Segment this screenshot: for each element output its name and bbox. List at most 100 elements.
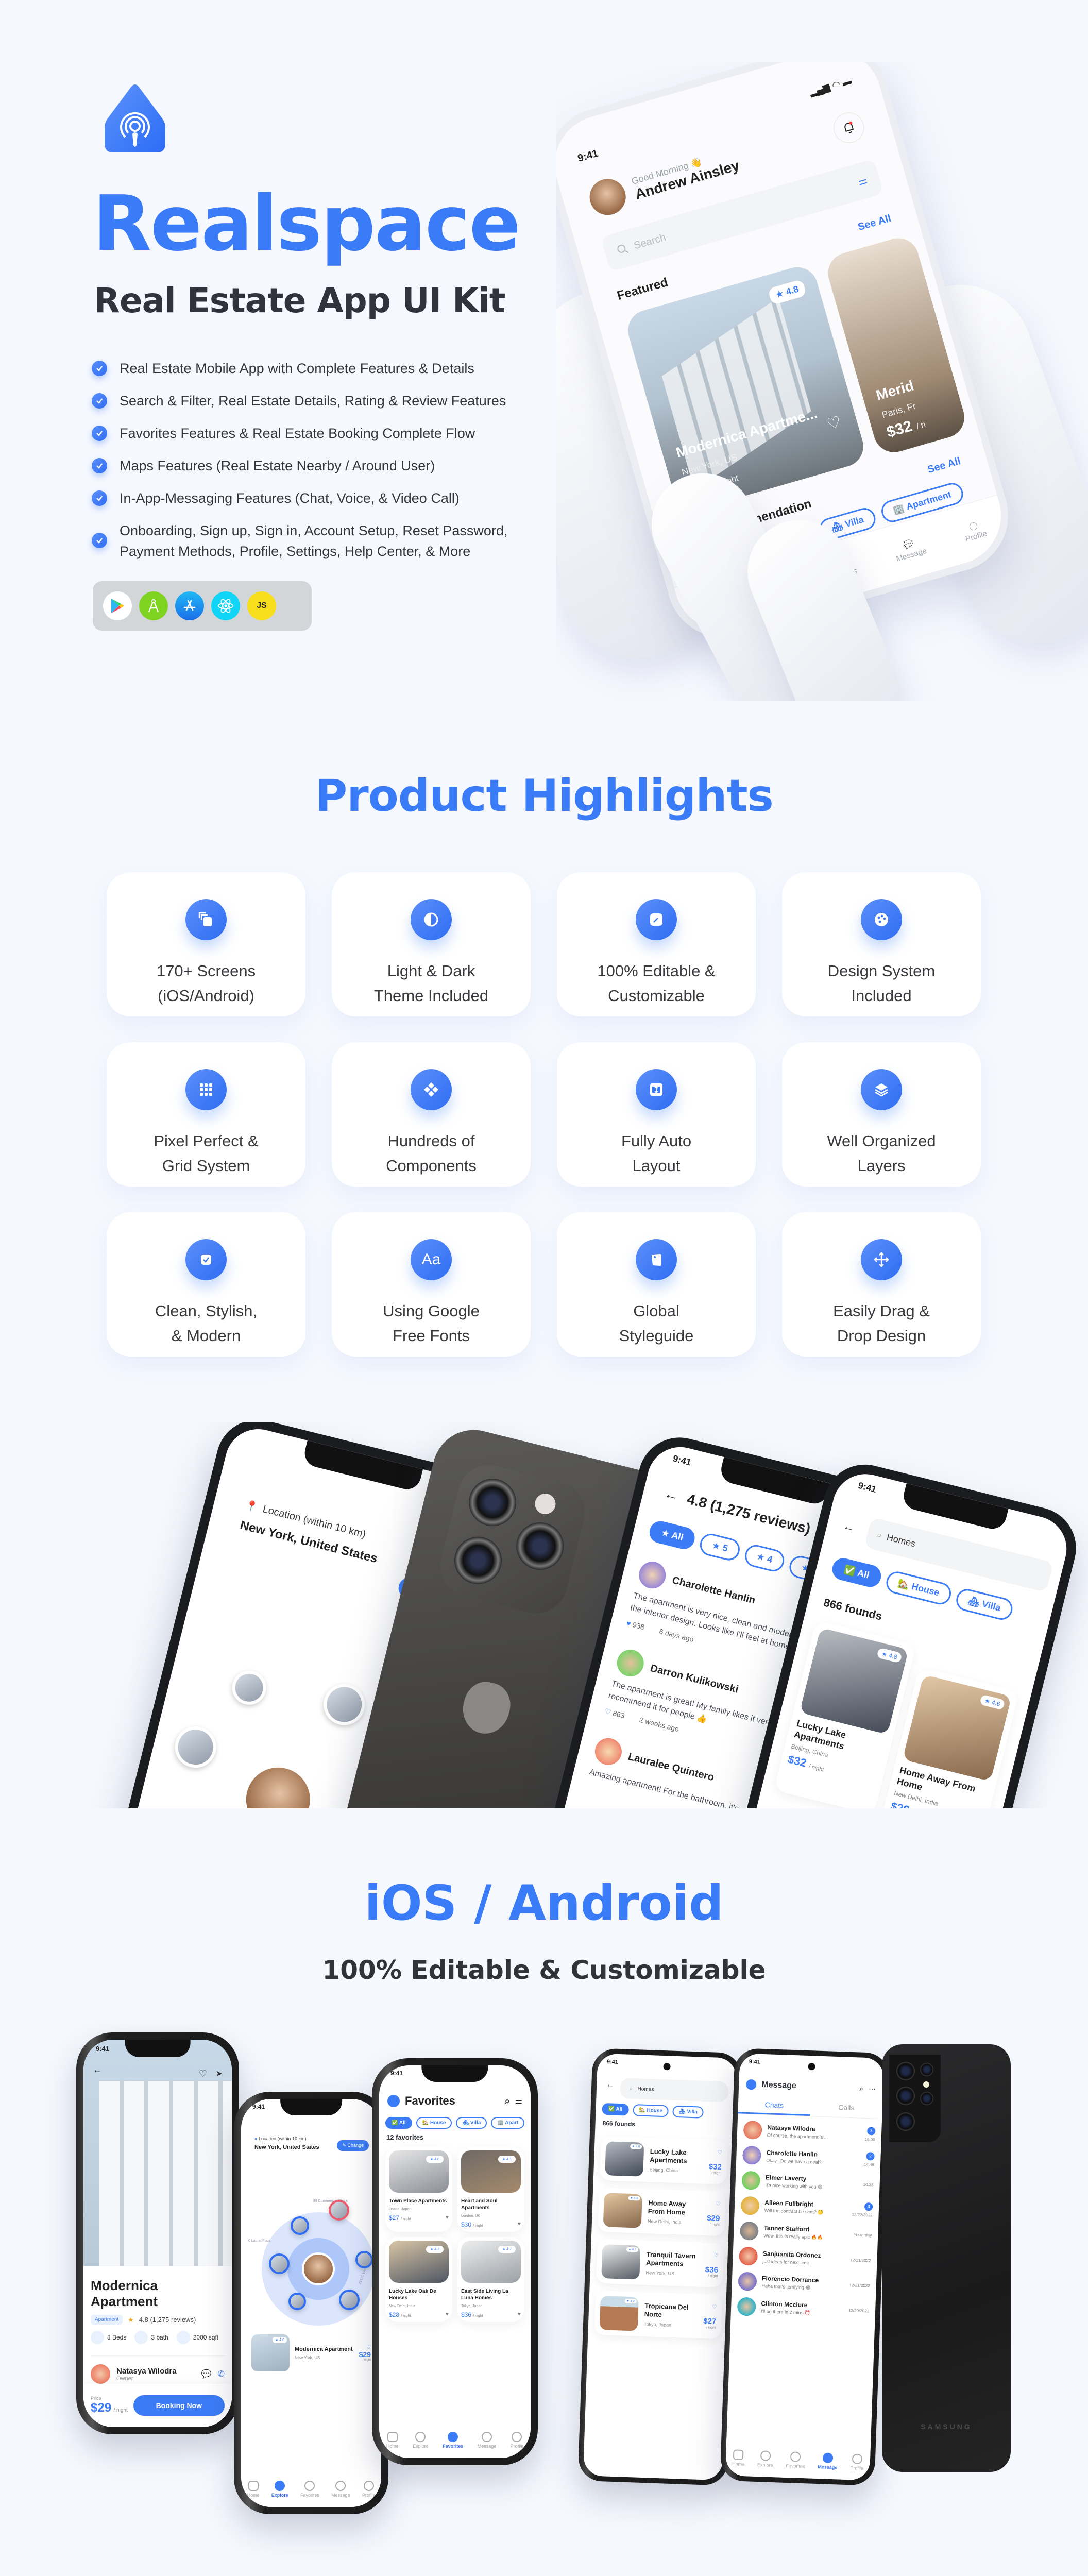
nav-explore[interactable]: Explore [757,2450,774,2468]
nav-message[interactable]: Message [331,2480,350,2498]
nav-home[interactable]: Home [386,2431,399,2449]
change-button[interactable]: ✎ Change [337,2140,369,2151]
avatar[interactable] [585,175,630,219]
nav-home[interactable]: Home [247,2480,260,2498]
back-arrow-icon[interactable]: ← [93,2064,102,2075]
search-icon[interactable]: ⌕ [505,2096,510,2107]
tab-calls[interactable]: Calls [810,2102,882,2119]
chip-all[interactable]: ✅ All [385,2117,412,2129]
see-all-link[interactable]: See All [926,455,962,476]
see-all-link[interactable]: See All [857,212,893,233]
search-input[interactable]: ⌕ Homes [620,2078,729,2103]
chip-villa[interactable]: 🏘 Villa [672,2105,704,2119]
booking-now-button[interactable]: Booking Now [133,2395,225,2416]
share-icon[interactable]: ➤ [216,2069,223,2079]
result-card[interactable]: ★ 4.8 Lucky Lake Apartments Beijing, Chin… [599,2136,728,2185]
map-pin[interactable] [339,2290,360,2310]
highlight-card: Fully Auto Layout [557,1042,756,1187]
heart-icon[interactable]: ♡ [704,2304,717,2310]
unread-badge: 3 [867,2126,876,2136]
chat-icon[interactable]: 💬 [201,2369,212,2379]
heart-icon[interactable]: ♡ [825,413,844,434]
like-count[interactable]: ♥ 938 [625,1619,645,1631]
favorite-name: East Side Living La Luna Homes [461,2289,508,2301]
avatar [740,2196,760,2215]
nav-home[interactable]: Home [732,2449,745,2467]
result-card[interactable]: ★ 4.7 Tranquil Tavern Apartments New York… [596,2239,724,2288]
brand-tagline: Real Estate App UI Kit [94,281,505,320]
user-location-avatar[interactable] [302,2252,335,2285]
property-price: $29 [359,2350,371,2359]
chip-house[interactable]: 🏡 House [883,1569,954,1607]
chip-house[interactable]: 🏡 House [632,2104,669,2117]
nav-favorites[interactable]: Favorites [443,2431,463,2449]
chip-house[interactable]: 🏡 House [416,2117,452,2129]
favorite-card[interactable]: ★ 4.2 Lucky Lake Oak De Houses New Delhi… [385,2237,452,2322]
nav-explore[interactable]: Explore [271,2480,288,2498]
favorite-card[interactable]: ★ 4.0 Town Place Apartments Osaka, Japan… [385,2147,452,2232]
nav-favorites[interactable]: Favorites [300,2480,319,2498]
filter-4[interactable]: ★ 4 [742,1543,787,1574]
nav-profile[interactable]: Profile [511,2431,523,2449]
property-card[interactable]: ★ 4.8 Modernica Apartment New York, US ♡… [247,2330,375,2376]
heart-icon[interactable]: ♡ [709,2149,722,2155]
chip-all[interactable]: ✅ All [602,2103,629,2116]
back-arrow-icon[interactable]: ← [606,2080,615,2090]
chip-villa[interactable]: 🏘 Villa [456,2117,487,2129]
nav-message[interactable]: Message [818,2452,838,2470]
avatar [592,1735,625,1768]
favorite-card[interactable]: ★ 4.7 East Side Living La Luna Homes Tok… [457,2237,524,2322]
chat-item[interactable]: Natasya Wilodra Of course, the apartment … [743,2120,876,2144]
result-name: Lucky Lake Apartments [649,2147,687,2165]
heart-icon[interactable]: ♡ [707,2201,720,2207]
filter-all[interactable]: ★ All [647,1519,698,1552]
heart-icon[interactable]: ♡ [359,2345,371,2350]
featured-card[interactable]: ★ 4.8 Modernica Apartme... New York, US … [623,262,869,515]
phone-icon[interactable]: ✆ [218,2369,225,2379]
camera-lens [464,1473,521,1531]
more-icon[interactable]: ⋯ [869,2084,876,2093]
card-title: Merid [874,377,916,403]
search-icon[interactable]: ⌕ [859,2084,863,2093]
react-icon [211,591,240,620]
chat-item[interactable]: Aileen Fullbright Will the contract be se… [740,2196,873,2219]
chip-villa[interactable]: 🏘 Villa [954,1586,1015,1622]
chat-item[interactable]: Clinton Mcclure I'll be there in 2 mins ⏰… [737,2297,870,2320]
map-pin-selected[interactable] [329,2200,349,2221]
back-arrow-icon[interactable]: ← [841,1519,857,1536]
chip-apartment[interactable]: 🏢 Apart [491,2117,525,2129]
nav-message[interactable]: 💬 Message [892,535,928,563]
bell-icon[interactable] [829,108,868,147]
brand-title: Realspace [93,179,521,268]
nav-profile[interactable]: ◯ Profile [961,518,988,544]
filter-icon[interactable]: ⚌ [515,2096,522,2106]
nav-profile[interactable]: Profile [362,2480,375,2498]
nav-explore[interactable]: Explore [413,2431,429,2449]
back-arrow-icon[interactable]: ← [662,1485,681,1505]
chat-item[interactable]: Elmer Laverty It's nice working with you … [741,2171,874,2194]
chat-item[interactable]: Charolette Hanlin Okay...Do we have a dea… [742,2145,875,2169]
nav-profile[interactable]: Profile [850,2453,864,2471]
filter-5[interactable]: ★ 5 [698,1531,742,1563]
map-pin[interactable] [269,2253,290,2274]
result-card[interactable]: ★ 4.6 Home Away From Home New Delhi, Indi… [598,2187,726,2236]
heart-icon[interactable]: ♡ [199,2069,207,2079]
nav-favorites[interactable]: Favorites [786,2451,805,2469]
chat-item[interactable]: Sanjuanita Ordonez just ideas for next ti… [739,2246,871,2270]
like-count[interactable]: ♡ 863 [604,1707,626,1720]
result-card[interactable]: ★ 4.9 Tropicana Del Norte Tokyo, Japan ♡ $… [594,2290,723,2340]
tab-chats[interactable]: Chats [738,2099,811,2116]
samsung-logo: SAMSUNG [921,2422,972,2431]
chat-item[interactable]: Tanner Stafford Wow, this is really epic … [739,2221,872,2245]
map-pin[interactable] [288,2293,306,2310]
booking-bar: Price $29 / night Booking Now [83,2384,232,2427]
map-pin[interactable] [355,2251,373,2268]
nav-message[interactable]: Message [478,2431,496,2449]
favorite-card[interactable]: ★ 4.1 Heart and Soul Apartments London, … [457,2147,524,2232]
feature-item: Favorites Features & Real Estate Booking… [92,423,545,444]
map-pin[interactable] [291,2216,309,2235]
filter-icon[interactable]: ⚌ [856,173,869,188]
heart-icon[interactable]: ♡ [706,2252,719,2258]
chat-item[interactable]: Florencio Dorrance Haha that's terrifying… [738,2272,870,2295]
chip-all[interactable]: ✅ All [830,1555,883,1589]
